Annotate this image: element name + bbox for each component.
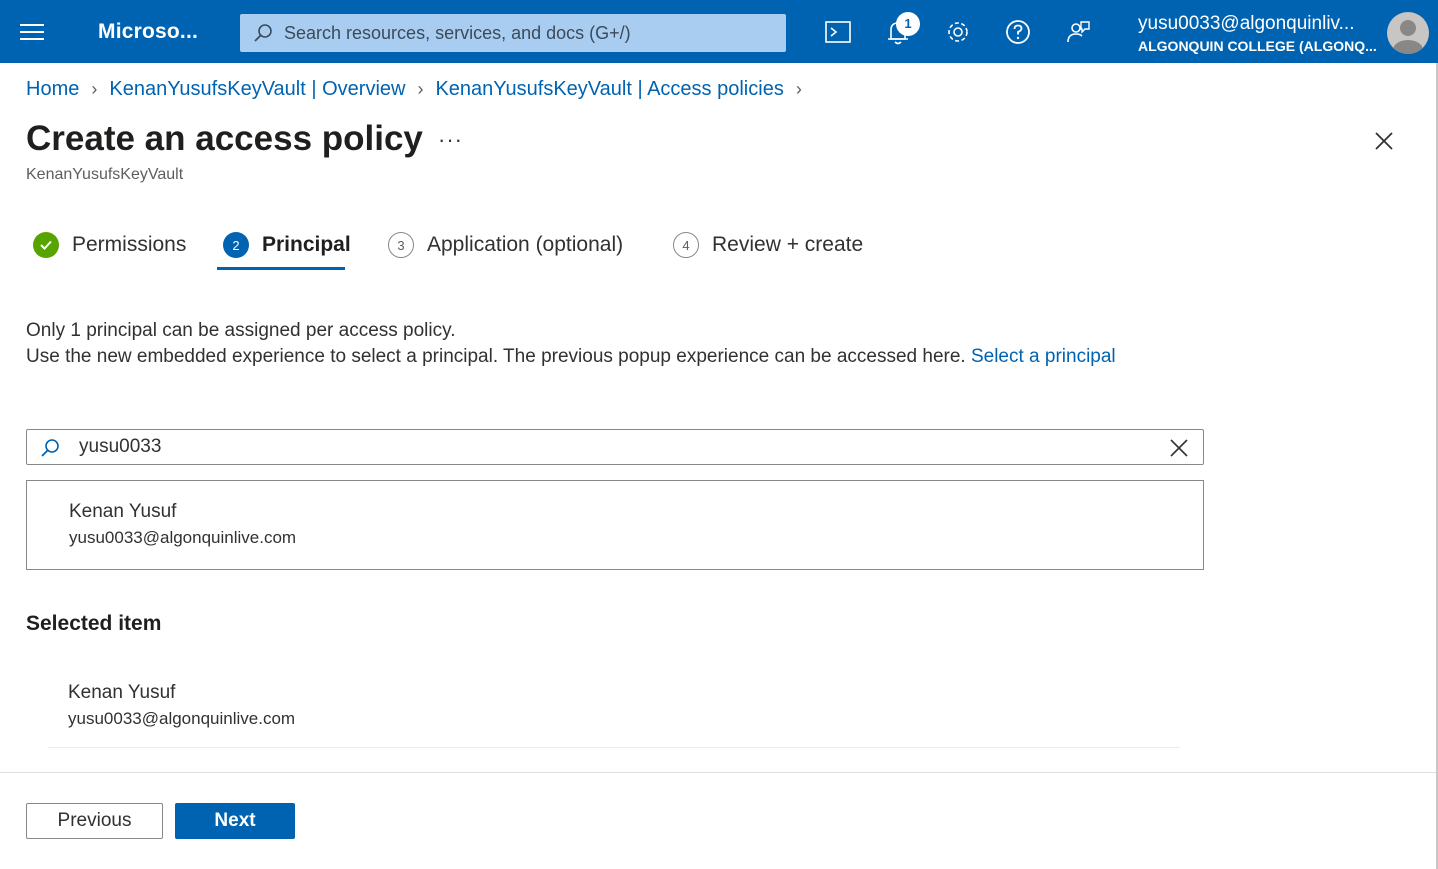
page-subtitle: KenanYusufsKeyVault	[26, 166, 184, 183]
result-email: yusu0033@algonquinlive.com	[69, 528, 297, 547]
footer-divider	[0, 772, 1438, 773]
global-search-placeholder: Search resources, services, and docs (G+…	[284, 23, 631, 43]
breadcrumb-access-policies[interactable]: KenanYusufsKeyVault | Access policies	[435, 78, 783, 101]
chevron-right-icon: ›	[795, 79, 802, 99]
help-icon[interactable]	[1000, 14, 1036, 50]
person-icon	[1393, 20, 1423, 54]
tab-application-label: Application (optional)	[427, 233, 624, 256]
tab-application[interactable]: 3 Application (optional)	[388, 228, 623, 262]
chevron-right-icon: ›	[91, 79, 98, 99]
selected-item: Kenan Yusuf yusu0033@algonquinlive.com	[68, 682, 295, 729]
page-title: Create an access policy	[26, 119, 423, 158]
step-number: 3	[388, 232, 414, 258]
list-item[interactable]: Kenan Yusuf yusu0033@algonquinlive.com	[69, 501, 296, 548]
account-directory: ALGONQUIN COLLEGE (ALGONQ...	[1138, 38, 1377, 54]
previous-button[interactable]: Previous	[26, 803, 163, 839]
divider	[48, 747, 1180, 748]
menu-icon[interactable]	[20, 24, 44, 40]
principal-search-box	[26, 429, 1204, 465]
breadcrumb-home[interactable]: Home	[26, 78, 79, 101]
info-line-2-text: Use the new embedded experience to selec…	[26, 346, 966, 367]
tab-permissions[interactable]: Permissions	[33, 228, 186, 262]
check-icon	[33, 232, 59, 258]
clear-icon[interactable]	[1167, 436, 1191, 460]
avatar[interactable]	[1387, 12, 1429, 54]
tab-review-create[interactable]: 4 Review + create	[673, 228, 863, 262]
portal-brand[interactable]: Microso...	[98, 20, 198, 44]
principal-search-input[interactable]	[79, 433, 1159, 461]
account-email: yusu0033@algonquinliv...	[1138, 13, 1355, 34]
top-bar: Microso... Search resources, services, a…	[0, 0, 1438, 63]
tab-principal[interactable]: 2 Principal	[223, 228, 351, 262]
tab-permissions-label: Permissions	[72, 233, 187, 256]
feedback-icon[interactable]	[1060, 14, 1096, 50]
search-icon	[41, 439, 59, 457]
selected-item-heading: Selected item	[26, 612, 162, 635]
chevron-right-icon: ›	[417, 79, 424, 99]
cloud-shell-icon[interactable]	[820, 14, 856, 50]
breadcrumb: Home › KenanYusufsKeyVault | Overview › …	[26, 78, 814, 101]
result-name: Kenan Yusuf	[69, 501, 177, 522]
account-info[interactable]: yusu0033@algonquinliv... ALGONQUIN COLLE…	[1138, 13, 1377, 54]
active-tab-indicator	[217, 267, 345, 270]
search-results-list: Kenan Yusuf yusu0033@algonquinlive.com	[26, 480, 1204, 570]
close-icon[interactable]	[1372, 129, 1396, 153]
next-button[interactable]: Next	[175, 803, 295, 839]
info-text: Only 1 principal can be assigned per acc…	[26, 318, 1116, 370]
settings-icon[interactable]	[940, 14, 976, 50]
tab-principal-label: Principal	[262, 233, 351, 256]
selected-name: Kenan Yusuf	[68, 682, 176, 703]
breadcrumb-overview[interactable]: KenanYusufsKeyVault | Overview	[109, 78, 405, 101]
global-search-input[interactable]: Search resources, services, and docs (G+…	[240, 14, 786, 52]
info-line-1: Only 1 principal can be assigned per acc…	[26, 320, 456, 341]
select-principal-link[interactable]: Select a principal	[971, 346, 1116, 367]
tab-review-create-label: Review + create	[712, 233, 864, 256]
search-icon	[254, 24, 272, 42]
notification-badge: 1	[896, 12, 920, 36]
selected-email: yusu0033@algonquinlive.com	[68, 709, 296, 728]
step-number: 2	[223, 232, 249, 258]
step-number: 4	[673, 232, 699, 258]
info-line-2: Use the new embedded experience to selec…	[26, 344, 1116, 370]
more-options-icon[interactable]: ···	[438, 127, 463, 153]
